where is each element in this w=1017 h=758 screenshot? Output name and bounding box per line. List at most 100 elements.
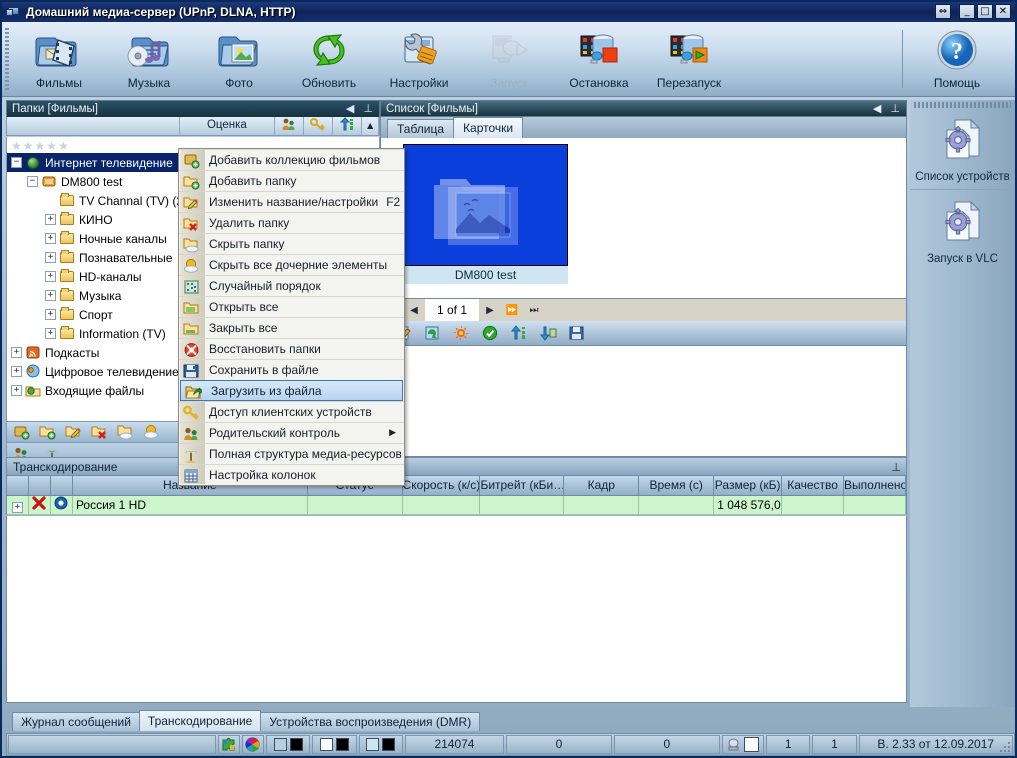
expander-icon[interactable]: + (11, 347, 22, 358)
menu-item-restore-folders[interactable]: Восстановить папки (179, 338, 404, 359)
context-menu[interactable]: Добавить коллекцию фильмов Добавить папк… (178, 148, 405, 486)
color-swatch[interactable] (366, 738, 379, 751)
expander-icon[interactable]: + (45, 233, 56, 244)
menu-item-delete-folder[interactable]: Удалить папку (179, 212, 404, 233)
star-icon[interactable]: ★ (11, 139, 22, 153)
toolbar-button-stop[interactable]: Остановка (554, 26, 644, 90)
tab-table[interactable]: Таблица (387, 119, 454, 138)
expander-icon[interactable]: + (45, 252, 56, 263)
expander-icon[interactable]: + (45, 214, 56, 225)
menu-item-parental-control[interactable]: Родительский контроль ▶ (179, 422, 404, 443)
expander-icon[interactable]: − (11, 157, 22, 168)
star-icon[interactable]: ★ (46, 139, 57, 153)
move-up-icon[interactable] (511, 325, 528, 341)
hide-children-icon[interactable] (143, 424, 160, 440)
star-icon[interactable]: ★ (35, 139, 46, 153)
column-name[interactable] (7, 117, 180, 135)
column-parental-control[interactable] (275, 117, 304, 135)
status-swatch-pair-2[interactable] (312, 735, 356, 754)
star-icon[interactable]: ★ (58, 139, 69, 153)
expander-icon[interactable]: + (45, 309, 56, 320)
col-time[interactable]: Время (с) (639, 476, 714, 495)
delete-folder-icon[interactable] (91, 424, 108, 440)
device-status-swatch[interactable] (744, 737, 759, 752)
menu-item-expand-all[interactable]: Открыть все (179, 296, 404, 317)
tab-playback-devices[interactable]: Устройства воспроизведения (DMR) (260, 712, 480, 731)
toolbar-button-settings[interactable]: Настройки (374, 26, 464, 90)
row-cancel-button[interactable] (29, 496, 51, 515)
transcoding-pin-icon[interactable]: ⊥ (891, 459, 901, 477)
menu-item-hide-children[interactable]: Скрыть все дочерние элементы (179, 254, 404, 275)
expander-icon[interactable]: − (27, 176, 38, 187)
toolbar-button-start[interactable]: Запуск (464, 26, 554, 90)
color-swatch[interactable] (274, 738, 287, 751)
menu-item-hide-folder[interactable]: Скрыть папку (179, 233, 404, 254)
toolbar-button-movies[interactable]: Фильмы (14, 26, 104, 90)
save-icon[interactable] (569, 325, 586, 341)
star-icon[interactable]: ★ (23, 139, 34, 153)
menu-item-save-to-file[interactable]: Сохранить в файле (179, 359, 404, 380)
side-panel-grip[interactable] (914, 102, 1011, 108)
close-button[interactable]: ✕ (995, 4, 1011, 19)
scan-icon[interactable] (453, 325, 470, 341)
status-plugin-button[interactable] (218, 735, 240, 754)
status-swatch-pair-3[interactable] (359, 735, 403, 754)
minimize-button[interactable]: _ (959, 4, 975, 19)
expander-icon[interactable]: + (11, 385, 22, 396)
toolbar-grip[interactable] (5, 28, 9, 92)
tab-message-log[interactable]: Журнал сообщений (12, 712, 140, 731)
cards-area[interactable]: DM800 test (380, 138, 907, 299)
list-panel-controls[interactable]: ◀ ⊥ (873, 101, 903, 118)
expander-icon[interactable]: + (12, 502, 23, 513)
add-movie-collection-icon[interactable] (13, 424, 30, 440)
menu-item-column-setup[interactable]: Настройка колонок (179, 464, 404, 485)
toolbar-button-photo[interactable]: Фото (194, 26, 284, 90)
menu-item-load-from-file[interactable]: Загрузить из файла (180, 380, 403, 401)
menu-item-client-device-access[interactable]: Доступ клиентских устройств (179, 401, 404, 422)
table-row[interactable]: + Россия 1 HD 1 048 576,0 (6, 496, 907, 515)
row-info-button[interactable] (51, 496, 73, 515)
side-button-device-list[interactable]: Список устройств (910, 114, 1015, 190)
toolbar-button-refresh[interactable]: Обновить (284, 26, 374, 90)
column-access[interactable] (304, 117, 333, 135)
toolbar-button-help[interactable]: ? Помощь (909, 26, 1005, 90)
color-swatch[interactable] (320, 738, 333, 751)
maximize-button[interactable]: □ (977, 4, 993, 19)
col-frame[interactable]: Кадр (564, 476, 639, 495)
toolbar-button-music[interactable]: Музыка (104, 26, 194, 90)
status-swatch-pair-1[interactable] (266, 735, 310, 754)
col-bitrate[interactable]: Битрейт (кБи… (480, 476, 564, 495)
status-device-indicator[interactable] (722, 735, 764, 754)
column-collapse-button[interactable]: ▲ (362, 117, 379, 135)
pager-next-button[interactable]: ▶ (479, 305, 501, 316)
tab-transcoding[interactable]: Транскодирование (139, 710, 261, 731)
folders-panel-controls[interactable]: ◀ ⊥ (346, 101, 376, 118)
col-done[interactable]: Выполнено (844, 476, 906, 495)
resize-button[interactable]: ⇔ (935, 4, 951, 19)
col-quality[interactable]: Качество (782, 476, 844, 495)
col-expander[interactable] (7, 476, 29, 495)
card-item[interactable]: DM800 test (403, 144, 568, 284)
refresh-list-icon[interactable] (424, 325, 441, 341)
expander-icon[interactable]: + (45, 328, 56, 339)
accept-icon[interactable] (482, 325, 499, 341)
menu-item-full-media-structure[interactable]: Полная структура медиа-ресурсов (179, 443, 404, 464)
column-priority[interactable] (333, 117, 362, 135)
col-size[interactable]: Размер (кБ) (714, 476, 782, 495)
pager-fast-button[interactable]: ⏩ (501, 305, 523, 316)
col-info[interactable] (51, 476, 73, 495)
color-swatch[interactable] (290, 738, 303, 751)
color-swatch[interactable] (336, 738, 349, 751)
menu-item-random-order[interactable]: Случайный порядок (179, 275, 404, 296)
window-resize-grip[interactable] (999, 741, 1011, 753)
tree-node-internet-tv[interactable]: − Интернет телевидение (7, 153, 187, 172)
expander-icon[interactable]: + (45, 290, 56, 301)
side-button-launch-vlc[interactable]: Запуск в VLC (910, 196, 1015, 271)
row-expander[interactable]: + (7, 496, 29, 515)
menu-item-add-folder[interactable]: Добавить папку (179, 170, 404, 191)
expander-icon[interactable]: + (45, 271, 56, 282)
color-swatch[interactable] (382, 738, 395, 751)
toolbar-button-restart[interactable]: Перезапуск (644, 26, 734, 90)
edit-folder-icon[interactable] (65, 424, 82, 440)
menu-item-rename-settings[interactable]: Изменить название/настройки F2 (179, 191, 404, 212)
